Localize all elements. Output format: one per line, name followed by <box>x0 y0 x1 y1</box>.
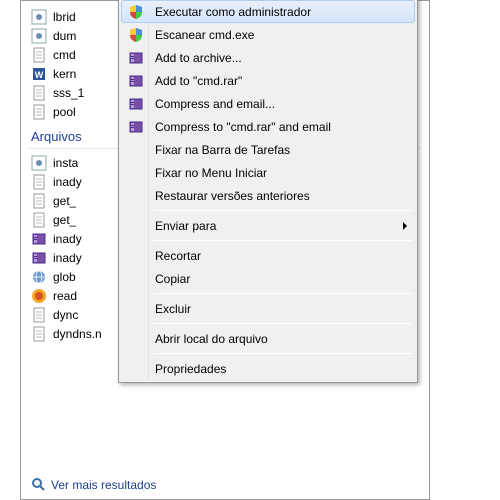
menu-item[interactable]: Excluir <box>121 297 415 320</box>
file-label: inady <box>53 232 82 246</box>
menu-item-label: Recortar <box>155 249 201 263</box>
rar-icon <box>123 116 149 138</box>
blank-icon <box>123 245 149 267</box>
menu-item[interactable]: Propriedades <box>121 357 415 380</box>
file-label: lbrid <box>53 10 76 24</box>
search-results-panel: lbriddumcmdWkernsss_1pool Arquivos insta… <box>20 0 430 500</box>
doc-icon <box>31 47 47 63</box>
fx-icon <box>31 288 47 304</box>
file-label: sss_1 <box>53 86 84 100</box>
menu-item[interactable]: Enviar para <box>121 214 415 237</box>
menu-item[interactable]: Executar como administrador <box>121 0 415 23</box>
menu-item-label: Propriedades <box>155 362 226 376</box>
doc-icon <box>31 193 47 209</box>
doc-icon <box>31 174 47 190</box>
context-menu: Executar como administrador Escanear cmd.… <box>118 0 418 383</box>
see-more-label: Ver mais resultados <box>51 478 156 492</box>
gear-icon <box>31 9 47 25</box>
file-label: get_ <box>53 194 76 208</box>
doc-icon <box>31 104 47 120</box>
menu-item[interactable]: Copiar <box>121 267 415 290</box>
rar-icon <box>31 231 47 247</box>
file-label: get_ <box>53 213 76 227</box>
file-label: inady <box>53 251 82 265</box>
menu-item[interactable]: Escanear cmd.exe <box>121 23 415 46</box>
svg-text:W: W <box>35 70 44 80</box>
menu-item-label: Compress and email... <box>155 97 275 111</box>
search-icon <box>31 477 47 493</box>
file-label: dync <box>53 308 78 322</box>
doc-icon <box>31 326 47 342</box>
menu-item[interactable]: Compress to "cmd.rar" and email <box>121 115 415 138</box>
menu-item[interactable]: Add to "cmd.rar" <box>121 69 415 92</box>
blank-icon <box>123 268 149 290</box>
blank-icon <box>123 215 149 237</box>
menu-item[interactable]: Fixar no Menu Iniciar <box>121 161 415 184</box>
chevron-right-icon <box>403 222 407 230</box>
gear-icon <box>31 155 47 171</box>
file-label: pool <box>53 105 76 119</box>
menu-item-label: Add to archive... <box>155 51 242 65</box>
menu-separator <box>153 293 413 294</box>
gear-icon <box>31 28 47 44</box>
rar-icon <box>123 70 149 92</box>
blank-icon <box>123 328 149 350</box>
file-label: glob <box>53 270 76 284</box>
menu-item-label: Enviar para <box>155 219 216 233</box>
menu-item-label: Fixar na Barra de Tarefas <box>155 143 290 157</box>
menu-item[interactable]: Recortar <box>121 244 415 267</box>
rar-icon <box>123 47 149 69</box>
doc-icon <box>31 85 47 101</box>
menu-item-label: Abrir local do arquivo <box>155 332 268 346</box>
globe-icon <box>31 269 47 285</box>
file-label: insta <box>53 156 78 170</box>
word-icon: W <box>31 66 47 82</box>
blank-icon <box>123 185 149 207</box>
file-label: kern <box>53 67 76 81</box>
menu-separator <box>153 353 413 354</box>
blank-icon <box>123 162 149 184</box>
menu-item[interactable]: Restaurar versões anteriores <box>121 184 415 207</box>
menu-item[interactable]: Add to archive... <box>121 46 415 69</box>
menu-item-label: Fixar no Menu Iniciar <box>155 166 267 180</box>
menu-item-label: Escanear cmd.exe <box>155 28 254 42</box>
menu-separator <box>153 240 413 241</box>
blank-icon <box>123 139 149 161</box>
file-label: dum <box>53 29 76 43</box>
menu-item-label: Executar como administrador <box>155 5 311 19</box>
menu-item[interactable]: Compress and email... <box>121 92 415 115</box>
menu-item-label: Add to "cmd.rar" <box>155 74 242 88</box>
doc-icon <box>31 307 47 323</box>
blank-icon <box>123 358 149 380</box>
shield-icon <box>123 24 149 46</box>
blank-icon <box>123 298 149 320</box>
see-more-results-link[interactable]: Ver mais resultados <box>31 477 156 493</box>
menu-item-label: Copiar <box>155 272 190 286</box>
menu-item[interactable]: Fixar na Barra de Tarefas <box>121 138 415 161</box>
file-label: inady <box>53 175 82 189</box>
doc-icon <box>31 212 47 228</box>
file-label: dyndns.n <box>53 327 102 341</box>
shield-icon <box>123 1 149 23</box>
menu-separator <box>153 210 413 211</box>
menu-item-label: Compress to "cmd.rar" and email <box>155 120 331 134</box>
menu-separator <box>153 323 413 324</box>
file-label: read <box>53 289 77 303</box>
rar-icon <box>123 93 149 115</box>
menu-item-label: Excluir <box>155 302 191 316</box>
rar-icon <box>31 250 47 266</box>
menu-item-label: Restaurar versões anteriores <box>155 189 310 203</box>
menu-item[interactable]: Abrir local do arquivo <box>121 327 415 350</box>
file-label: cmd <box>53 48 76 62</box>
